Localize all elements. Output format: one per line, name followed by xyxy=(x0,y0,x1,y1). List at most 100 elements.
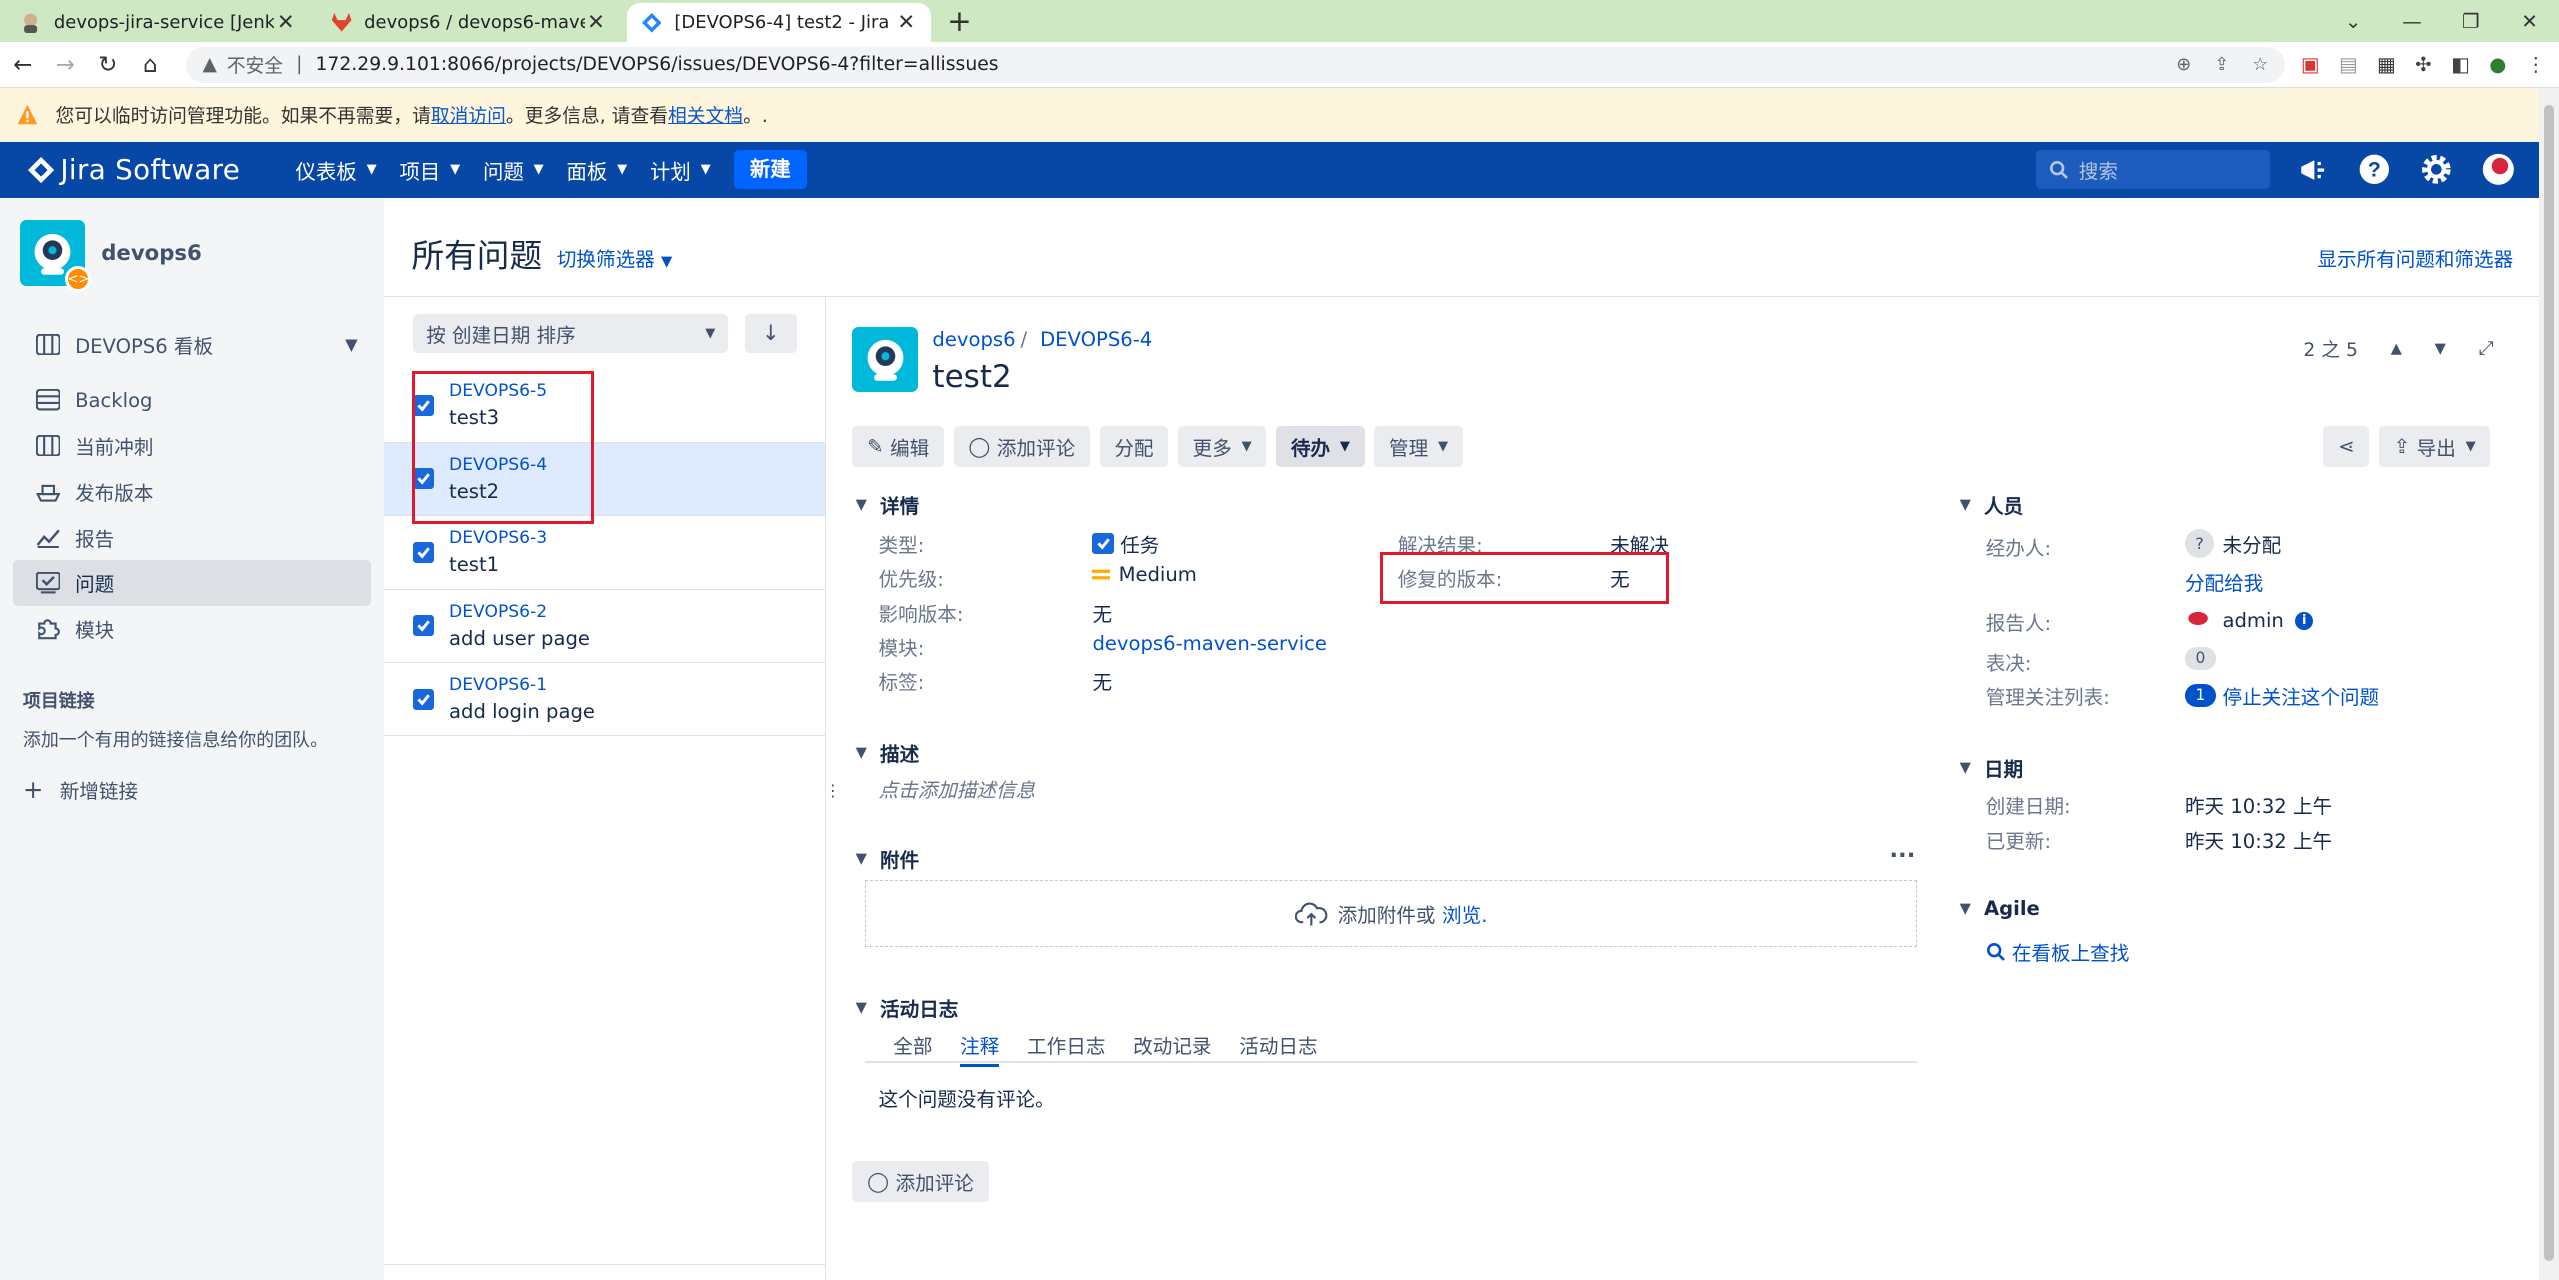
votes-label: 表决: xyxy=(1985,651,2032,675)
bookmark-star-icon[interactable]: ☆ xyxy=(2252,54,2268,75)
sidebar-item-components[interactable]: 模块 xyxy=(13,606,371,652)
search-input[interactable]: 搜索 xyxy=(2036,150,2270,190)
pager-text: 2 之 5 xyxy=(2303,339,2358,361)
extension-icon[interactable]: ▣ xyxy=(2301,53,2320,76)
code-badge-icon: <> xyxy=(65,266,92,293)
add-comment-button[interactable]: ◯ 添加评论 xyxy=(953,426,1090,468)
chevron-up-icon[interactable]: ▲ xyxy=(2391,340,2402,357)
info-icon[interactable]: i xyxy=(2295,611,2314,630)
people-section-header[interactable]: ▼ 人员 xyxy=(1960,490,2024,519)
add-comment-footer-button[interactable]: ◯ 添加评论 xyxy=(852,1161,989,1202)
list-item[interactable]: DEVOPS6-1 add login page xyxy=(383,663,826,737)
nav-issues[interactable]: 问题 ▼ xyxy=(483,155,544,185)
edit-button[interactable]: ✎ 编辑 xyxy=(852,426,944,468)
sort-select[interactable]: 按 创建日期 排序 ▼ xyxy=(413,313,729,353)
component-link[interactable]: devops6-maven-service xyxy=(1092,632,1327,655)
more-button[interactable]: 更多 ▼ xyxy=(1177,426,1267,468)
sidebar-item-issues[interactable]: 问题 xyxy=(13,560,371,606)
docs-link[interactable]: 相关文档 xyxy=(668,101,743,128)
browser-tab-jira[interactable]: [DEVOPS6-4] test2 - Jira ✕ xyxy=(627,3,931,43)
watchers-count[interactable]: 1 xyxy=(2184,684,2216,707)
agile-section-header[interactable]: ▼ Agile xyxy=(1960,897,2040,920)
sort-direction-button[interactable]: ↓ xyxy=(744,313,797,353)
avatar[interactable] xyxy=(2481,152,2517,188)
details-section-header[interactable]: ▼ 详情 xyxy=(856,490,920,519)
assign-button[interactable]: 分配 xyxy=(1099,426,1169,468)
votes-value[interactable]: 0 xyxy=(2184,646,2216,670)
scrollbar-thumb[interactable] xyxy=(2544,104,2554,1261)
no-comments-text: 这个问题没有评论。 xyxy=(878,1087,1055,1111)
sidebar-item-releases[interactable]: 发布版本 xyxy=(13,469,371,515)
show-all-filters-link[interactable]: 显示所有问题和筛选器 xyxy=(2317,243,2513,272)
url-field[interactable]: ▲ 不安全 | 172.29.9.101:8066/projects/DEVOP… xyxy=(186,46,2285,83)
extension-icon[interactable]: ▤ xyxy=(2339,53,2358,76)
sidebar-item-backlog[interactable]: Backlog xyxy=(13,377,371,423)
description-placeholder[interactable]: 点击添加描述信息 xyxy=(879,774,1036,803)
list-item[interactable]: DEVOPS6-2 add user page xyxy=(383,590,826,663)
forward-icon[interactable]: → xyxy=(46,52,85,78)
puzzle-icon[interactable]: ✣ xyxy=(2415,53,2431,76)
chevron-down-icon: ▼ xyxy=(855,850,867,868)
close-icon[interactable]: ✕ xyxy=(585,10,608,35)
sidebar-item-reports[interactable]: 报告 xyxy=(13,514,371,560)
divider xyxy=(865,1061,1918,1064)
nav-dashboards[interactable]: 仪表板 ▼ xyxy=(296,155,377,185)
attachments-section-header[interactable]: ▼ 附件 xyxy=(856,844,920,873)
announcement-icon[interactable] xyxy=(2294,152,2330,188)
close-icon[interactable]: ✕ xyxy=(274,10,297,35)
sprint-icon xyxy=(35,435,61,457)
browse-link[interactable]: 浏览. xyxy=(1442,899,1487,928)
list-item[interactable]: DEVOPS6-3 test1 xyxy=(383,516,826,590)
new-tab-icon[interactable]: + xyxy=(947,4,972,38)
help-icon[interactable]: ? xyxy=(2356,152,2392,188)
breadcrumb-project[interactable]: devops6 xyxy=(932,328,1015,351)
home-icon[interactable]: ⌂ xyxy=(131,52,170,78)
activity-section-header[interactable]: ▼ 活动日志 xyxy=(856,993,959,1022)
assign-to-me-link[interactable]: 分配给我 xyxy=(2185,567,2263,596)
tab-search-icon[interactable]: ⌄ xyxy=(2324,10,2383,33)
zoom-icon[interactable]: ⊕ xyxy=(2176,54,2191,75)
nav-boards[interactable]: 面板 ▼ xyxy=(567,155,628,185)
stop-watching-link[interactable]: 停止关注这个问题 xyxy=(2222,681,2379,710)
project-header[interactable]: <> devops6 xyxy=(0,199,384,293)
sidepanel-icon[interactable]: ◧ xyxy=(2451,53,2470,76)
browser-tab-gitlab[interactable]: devops6 / devops6-maven-service ✕ xyxy=(317,3,621,42)
browser-tab-jenkins[interactable]: devops-jira-service [Jenkins] ✕ xyxy=(7,3,311,42)
sidebar-item-board[interactable]: DEVOPS6 看板 ▼ xyxy=(13,322,371,368)
back-icon[interactable]: ← xyxy=(3,52,42,78)
nav-plans[interactable]: 计划 ▼ xyxy=(650,155,711,185)
jira-logo[interactable]: Jira Software xyxy=(27,153,273,186)
switch-filter-button[interactable]: 切换筛选器 ▼ xyxy=(557,243,672,272)
profile-icon[interactable]: ● xyxy=(2489,53,2506,76)
issue-title[interactable]: test2 xyxy=(932,359,1011,395)
close-icon[interactable]: ✕ xyxy=(895,10,918,35)
gear-icon[interactable] xyxy=(2418,152,2454,188)
sidebar-item-sprint[interactable]: 当前冲刺 xyxy=(13,423,371,469)
more-options-icon[interactable]: ··· xyxy=(1889,843,1915,869)
create-button[interactable]: 新建 xyxy=(733,150,807,190)
dates-section-header[interactable]: ▼ 日期 xyxy=(1960,753,2024,782)
export-button[interactable]: ⇪ 导出 ▼ xyxy=(2378,426,2491,468)
reload-icon[interactable]: ↻ xyxy=(88,52,127,78)
status-button[interactable]: 待办 ▼ xyxy=(1276,426,1365,468)
page-scrollbar[interactable] xyxy=(2539,88,2559,1280)
breadcrumb-issue-key[interactable]: DEVOPS6-4 xyxy=(1040,328,1152,351)
view-on-board-link[interactable]: 在看板上查找 xyxy=(1986,937,2129,966)
minimize-icon[interactable]: — xyxy=(2383,10,2442,33)
chevron-down-icon[interactable]: ▼ xyxy=(2435,340,2446,357)
expand-icon[interactable]: ⤢ xyxy=(2479,338,2494,359)
chevron-down-icon[interactable]: ▼ xyxy=(345,335,358,354)
share-icon[interactable]: ⇪ xyxy=(2214,54,2229,75)
admin-button[interactable]: 管理 ▼ xyxy=(1374,426,1463,468)
attachment-dropzone[interactable]: 添加附件或 浏览. xyxy=(865,880,1918,948)
restore-icon[interactable]: ❐ xyxy=(2441,10,2500,33)
drop-access-link[interactable]: 取消访问 xyxy=(431,101,506,128)
share-button[interactable]: ⋖ xyxy=(2323,426,2370,468)
extension-icon[interactable]: ▦ xyxy=(2377,53,2396,76)
menu-icon[interactable]: ⋮ xyxy=(2526,53,2546,76)
robot-icon xyxy=(867,339,904,381)
close-window-icon[interactable]: ✕ xyxy=(2500,10,2559,33)
description-section-header[interactable]: ▼ 描述 xyxy=(856,738,920,767)
nav-projects[interactable]: 项目 ▼ xyxy=(399,155,460,185)
add-link-button[interactable]: + 新增链接 xyxy=(23,775,384,804)
